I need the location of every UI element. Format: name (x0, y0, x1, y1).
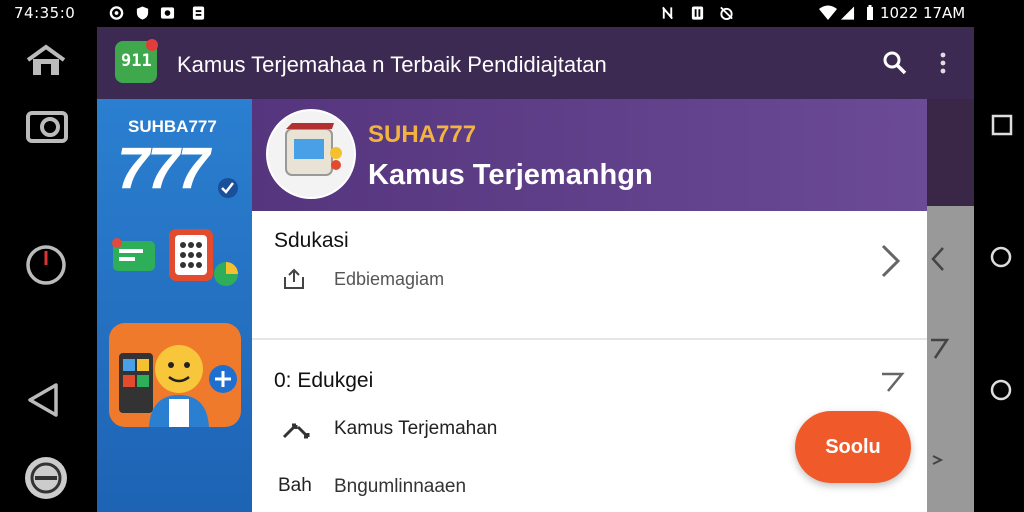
list-item-label[interactable]: Bngumlinnaaen (334, 476, 466, 498)
promo-panel[interactable]: SUHBA777 777 (97, 99, 252, 512)
list-item-label[interactable]: Kamus Terjemahan (334, 418, 497, 440)
app-logo-label: 911 (121, 51, 152, 71)
more-vert-icon[interactable] (939, 51, 947, 75)
alarm-off-icon (720, 6, 733, 21)
list-item-title: Sdukasi (274, 229, 349, 252)
shield-icon (136, 6, 149, 20)
profile-name: SUHA777 (368, 121, 477, 148)
back-icon[interactable] (26, 382, 62, 418)
status-bar: 74:35:0 1022 17AM (0, 0, 1024, 27)
app-window: 911 Kamus Terjemahaa n Terbaik Pendidiaj… (97, 27, 974, 512)
status-time-left: 74:35:0 (14, 4, 76, 22)
link-icon (109, 6, 124, 20)
list-item[interactable]: Sdukasi Edbiemagiam (252, 211, 927, 311)
list-item-prefix: Bah (278, 475, 312, 496)
fab-button[interactable]: Soolu (795, 411, 911, 483)
profile-header[interactable]: SUHA777 Kamus Terjemanhgn (252, 99, 927, 211)
side-strip (927, 206, 974, 512)
device-illustration-icon (285, 123, 342, 176)
recents-icon[interactable] (991, 114, 1013, 136)
list-item-subtitle: Edbiemagiam (334, 269, 445, 289)
profile-subtitle: Kamus Terjemanhgn (368, 159, 653, 191)
shuffle-icon (282, 423, 310, 439)
home-icon[interactable] (24, 44, 68, 78)
promo-brand: SUHBA777 (128, 117, 217, 136)
home-circle-icon[interactable] (989, 245, 1013, 269)
search-icon[interactable] (882, 50, 908, 76)
camera-icon (160, 7, 175, 19)
list-item-title: 0: Edukgei (274, 369, 374, 392)
app-title: Kamus Terjemahaa n Terbaik Pendidiajtata… (177, 52, 607, 77)
calculator-icon (169, 229, 213, 281)
chevron-icon (932, 455, 944, 465)
chevron-right-icon[interactable] (880, 243, 902, 279)
status-time-right: 1022 17AM (880, 4, 966, 22)
power-icon[interactable] (24, 243, 68, 287)
chevron-icon[interactable] (880, 371, 906, 393)
character-illustration-icon (119, 345, 237, 427)
avatar[interactable] (266, 109, 356, 199)
camera-icon[interactable] (26, 109, 70, 143)
signal-icon (840, 6, 855, 20)
check-badge-icon (218, 178, 238, 198)
promo-number: 777 (117, 136, 210, 201)
wifi-icon (819, 5, 837, 20)
pie-chart-icon (214, 262, 238, 286)
character-card (109, 323, 241, 427)
sim-icon (691, 6, 704, 20)
nfc-off-icon (662, 6, 673, 20)
chevron-right-icon (931, 247, 944, 271)
card-icon (112, 238, 155, 271)
right-system-bar (974, 27, 1024, 512)
notification-badge (146, 39, 158, 51)
chevron-right-icon (931, 338, 949, 359)
app-bar: 911 Kamus Terjemahaa n Terbaik Pendidiaj… (97, 27, 974, 99)
left-system-bar (0, 27, 97, 512)
minimize-icon[interactable] (23, 455, 69, 501)
share-icon (284, 268, 304, 289)
battery-icon (867, 5, 873, 20)
clipboard-icon (192, 6, 205, 20)
home-circle-icon[interactable] (989, 378, 1013, 402)
